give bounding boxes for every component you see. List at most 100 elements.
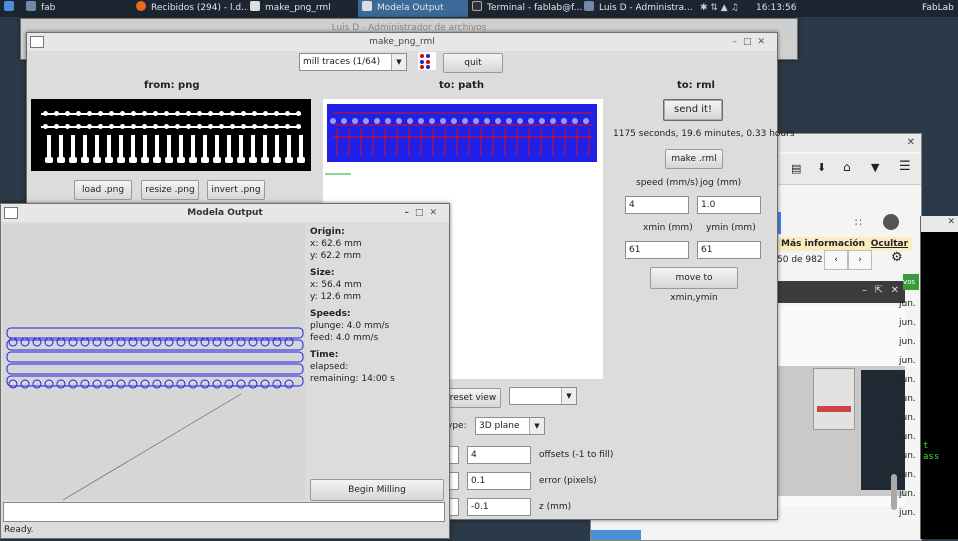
settings-icon[interactable]: ⚙ — [891, 250, 903, 265]
load-png-button[interactable]: load .png — [74, 180, 132, 200]
jog-input[interactable]: 1.0 — [697, 196, 761, 214]
offsets-input[interactable]: 4 — [467, 446, 531, 464]
toolpath-pad — [528, 118, 534, 124]
make-rml-button[interactable]: make .rml — [665, 149, 723, 169]
pad — [261, 157, 269, 163]
progress-bar — [3, 502, 445, 522]
app-menu-icon[interactable] — [4, 0, 18, 17]
next-page-button[interactable]: › — [848, 250, 872, 270]
move-to-xmin-ymin-button[interactable]: move to xmin,ymin — [650, 267, 738, 303]
milling-pad — [248, 337, 258, 347]
pad — [177, 157, 185, 163]
begin-milling-button[interactable]: Begin Milling — [310, 479, 444, 501]
user-label[interactable]: FabLab — [922, 0, 958, 17]
type-select[interactable]: 3D plane ▼ — [475, 417, 545, 435]
quit-button[interactable]: quit — [443, 53, 503, 73]
pad — [117, 157, 125, 163]
pad — [273, 157, 281, 163]
restore-icon[interactable]: ⇱ — [875, 285, 883, 296]
taskbar-item-files[interactable]: Luis D - Administra... — [584, 0, 694, 17]
palette-icon[interactable] — [418, 52, 436, 70]
date-cell: jun. — [899, 337, 916, 347]
chevron-down-icon[interactable]: ▼ — [561, 388, 576, 404]
tool-travel-line — [62, 393, 242, 500]
z-label: z (mm) — [539, 502, 572, 512]
pad — [189, 157, 197, 163]
invert-png-button[interactable]: invert .png — [207, 180, 265, 200]
toolpath-pad — [440, 118, 446, 124]
milling-pad — [164, 379, 174, 389]
download-icon[interactable]: ⬇ — [817, 161, 826, 174]
z-input[interactable]: -0.1 — [467, 498, 531, 516]
pad — [141, 157, 149, 163]
xmin-input[interactable]: 61 — [625, 241, 689, 259]
from-header: from: png — [144, 80, 200, 91]
apps-icon[interactable]: ∷ — [855, 216, 862, 229]
ymin-input[interactable]: 61 — [697, 241, 761, 259]
close-icon[interactable]: ✕ — [947, 217, 955, 227]
trace — [95, 135, 99, 159]
milling-pad — [20, 337, 30, 347]
time-header: Time: — [310, 350, 339, 360]
scrollbar[interactable] — [891, 474, 897, 510]
library-icon[interactable]: ▤ — [791, 162, 801, 175]
minimize-icon[interactable]: – — [404, 208, 415, 218]
close-icon[interactable]: ✕ — [429, 208, 443, 218]
notifications-icon[interactable] — [883, 214, 899, 230]
home-icon[interactable]: ⌂ — [843, 160, 851, 174]
trace — [83, 135, 87, 159]
reset-view-button[interactable]: reset view — [445, 388, 501, 408]
toolpath-pad — [484, 118, 490, 124]
hide-link[interactable]: Ocultar — [871, 239, 908, 249]
date-cell: jun. — [899, 318, 916, 328]
date-cell: jun. — [899, 394, 916, 404]
milling-pad — [8, 379, 18, 389]
date-cell: jun. — [899, 470, 916, 480]
maximize-icon[interactable]: □ — [415, 208, 430, 218]
milling-pad — [68, 337, 78, 347]
taskbar-item-make-png[interactable]: make_png_rml — [250, 0, 354, 17]
window-icon — [250, 1, 260, 11]
minimize-icon[interactable]: – — [862, 285, 867, 296]
milling-pad — [272, 337, 282, 347]
clock[interactable]: 16:13:56 — [756, 0, 796, 17]
taskbar-item-terminal[interactable]: Terminal - fablab@f... — [472, 0, 582, 17]
milling-pad — [212, 337, 222, 347]
prev-page-button[interactable]: ‹ — [824, 250, 848, 270]
offsets-label: offsets (-1 to fill) — [539, 450, 614, 460]
taskbar-item-modela[interactable]: Modela Output — [358, 0, 468, 17]
terminal-line: t — [923, 441, 929, 451]
milling-pad — [188, 337, 198, 347]
info-link[interactable]: Más información — [781, 239, 865, 249]
taskbar-item-firefox[interactable]: Recibidos (294) - l.d... — [136, 0, 248, 17]
mode-select[interactable]: mill traces (1/64) ▼ — [299, 53, 407, 71]
chevron-down-icon[interactable]: ▼ — [529, 418, 544, 434]
toolpath-pad — [506, 118, 512, 124]
maximize-icon[interactable]: □ — [743, 37, 758, 47]
menu-icon[interactable]: ☰ — [899, 159, 911, 174]
error-input[interactable]: 0.1 — [467, 472, 531, 490]
toolpath-pad — [341, 118, 347, 124]
close-icon[interactable]: ✕ — [891, 285, 899, 296]
remaining-time: remaining: 14:00 s — [310, 374, 395, 384]
date-cell: jun. — [899, 451, 916, 461]
speed-input[interactable]: 4 — [625, 196, 689, 214]
resize-png-button[interactable]: resize .png — [141, 180, 199, 200]
milling-pad — [260, 337, 270, 347]
close-icon[interactable]: ✕ — [757, 37, 771, 47]
close-icon[interactable]: ✕ — [907, 137, 915, 148]
toolpath-pad — [517, 118, 523, 124]
pocket-icon[interactable]: ▼ — [871, 161, 879, 174]
send-button[interactable]: send it! — [663, 99, 723, 121]
taskbar-item-fab[interactable]: fab — [26, 0, 116, 17]
trace — [167, 135, 171, 159]
trace — [179, 135, 183, 159]
embedded-window-body — [777, 306, 905, 506]
view-select[interactable]: ▼ — [509, 387, 577, 405]
milling-pad — [32, 337, 42, 347]
chevron-down-icon[interactable]: ▼ — [391, 54, 406, 70]
milling-pad — [80, 337, 90, 347]
trace — [251, 135, 255, 159]
tray-icons[interactable]: ✱ ⇅ ▲ ♫ — [700, 0, 750, 17]
minimize-icon[interactable]: – — [732, 37, 743, 47]
